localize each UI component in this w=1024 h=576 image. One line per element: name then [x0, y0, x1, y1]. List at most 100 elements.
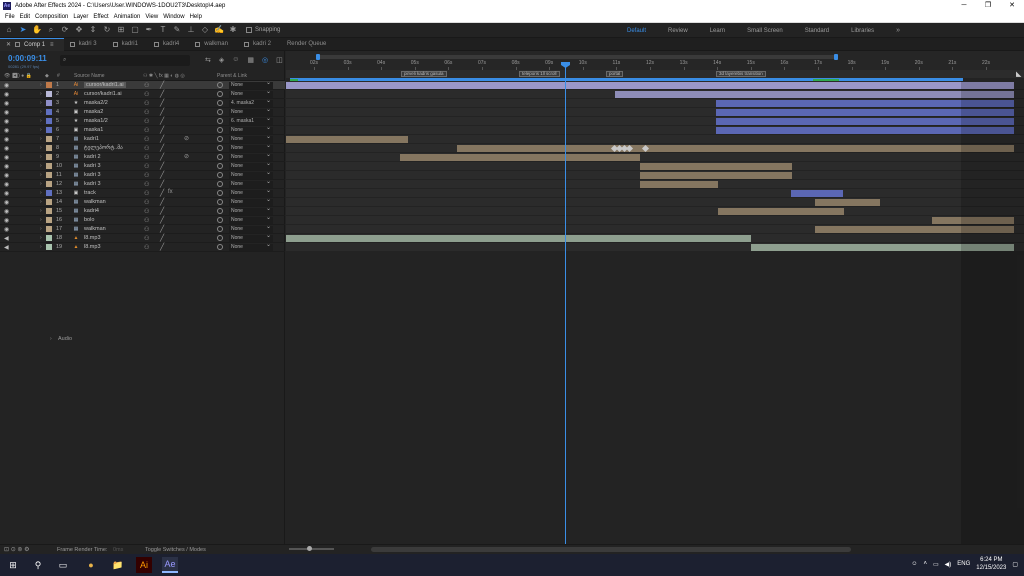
track-row[interactable] [286, 144, 1024, 153]
track-row[interactable] [286, 81, 1024, 90]
comp-marker[interactable]: pirveli kadris gasula [401, 71, 447, 77]
parent-dropdown[interactable]: None [229, 179, 273, 188]
effects-switch-icon[interactable]: fx [168, 189, 173, 195]
parent-pickwhip-icon[interactable] [217, 154, 223, 160]
expand-triangle-icon[interactable]: › [40, 118, 42, 124]
layer-name[interactable]: kadri 3 [84, 181, 101, 187]
visibility-eye-icon[interactable]: ◉ [4, 163, 10, 170]
label-color-swatch[interactable] [46, 100, 52, 106]
source-name-header[interactable]: Source Name [74, 73, 105, 79]
expand-triangle-icon[interactable]: › [40, 100, 42, 106]
shy-switch-icon[interactable]: ⚇ [144, 235, 149, 242]
timeline-horizontal-scrollbar[interactable] [371, 547, 851, 552]
parent-dropdown[interactable]: None [229, 206, 273, 215]
parent-dropdown[interactable]: None [229, 224, 273, 233]
comp-marker[interactable]: teleporis 1ll scroll [519, 71, 560, 77]
visibility-eye-icon[interactable]: ◉ [4, 181, 10, 188]
expand-triangle-icon[interactable]: › [40, 217, 42, 223]
layer-duration-bar[interactable] [457, 145, 1014, 152]
track-row[interactable] [286, 207, 1024, 216]
quality-switch-icon[interactable]: ╱ [160, 126, 164, 134]
parent-pickwhip-icon[interactable] [217, 217, 223, 223]
layer-row[interactable]: ◉ › 2 Ai cursor/kadri1.ai ⚇ ╱ None [0, 89, 285, 99]
track-row[interactable] [286, 135, 1024, 144]
parent-dropdown[interactable]: 6. maska1 [229, 116, 273, 125]
rectangle-tool-icon[interactable]: ▢ [130, 25, 140, 35]
layer-name[interactable]: l8.mp3 [84, 244, 101, 250]
layer-name[interactable]: bolo [84, 217, 94, 223]
track-row[interactable] [286, 99, 1024, 108]
audio-toggle-icon[interactable]: ◀ [4, 235, 10, 242]
quality-switch-icon[interactable]: ╱ [160, 144, 164, 152]
shy-switch-icon[interactable]: ⚇ [144, 226, 149, 233]
label-color-swatch[interactable] [46, 82, 52, 88]
quality-switch-icon[interactable]: ╱ [160, 171, 164, 179]
label-color-swatch[interactable] [46, 163, 52, 169]
expand-triangle-icon[interactable]: › [40, 82, 42, 88]
parent-pickwhip-icon[interactable] [217, 100, 223, 106]
selection-tool-icon[interactable]: ➤ [18, 25, 28, 35]
parent-dropdown[interactable]: None [229, 89, 273, 98]
quality-switch-icon[interactable]: ╱ [160, 135, 164, 143]
layer-row[interactable]: ◉ › 4 ▣ maska2 ⚇ ╱ None [0, 107, 285, 117]
person-icon[interactable]: ☺ [911, 561, 917, 567]
label-color-swatch[interactable] [46, 145, 52, 151]
label-color-swatch[interactable] [46, 235, 52, 241]
shy-switch-icon[interactable]: ⚇ [144, 109, 149, 116]
layer-name[interactable]: maska1/2 [84, 118, 108, 124]
label-color-swatch[interactable] [46, 118, 52, 124]
expand-triangle-icon[interactable]: › [40, 109, 42, 115]
layer-duration-bar[interactable] [640, 163, 792, 170]
layer-row[interactable]: ◉ › 9 ▦ kadri 2 ⚇ ╱ ⊘ None [0, 152, 285, 162]
brush-tool-icon[interactable]: ✎ [172, 25, 182, 35]
search-icon[interactable]: ⚲ [30, 557, 46, 573]
draft-3d-icon[interactable]: ◈ [219, 56, 224, 64]
parent-pickwhip-icon[interactable] [217, 118, 223, 124]
parent-pickwhip-icon[interactable] [217, 208, 223, 214]
quality-switch-icon[interactable]: ╱ [160, 243, 164, 251]
layer-duration-bar[interactable] [791, 190, 843, 197]
layer-row[interactable]: ◉ › 5 ★ maska1/2 ⚇ ╱ 6. maska1 [0, 116, 285, 126]
layer-row[interactable]: ◀ › 18 ▲ l8.mp3 ⚇ ╱ None [0, 233, 285, 243]
expand-triangle-icon[interactable]: › [40, 154, 42, 160]
menu-layer[interactable]: Layer [73, 14, 88, 20]
roto-brush-tool-icon[interactable]: ✍ [214, 25, 224, 35]
visibility-eye-icon[interactable]: ◉ [4, 109, 10, 116]
track-row[interactable] [286, 90, 1024, 99]
label-color-swatch[interactable] [46, 154, 52, 160]
parent-pickwhip-icon[interactable] [217, 244, 223, 250]
menu-file[interactable]: File [5, 14, 15, 20]
layer-name[interactable]: kadri 3 [84, 163, 101, 169]
chevron-up-icon[interactable]: ˄ [923, 561, 927, 567]
visibility-eye-icon[interactable]: ◉ [4, 91, 10, 98]
tab-render-queue[interactable]: Render Queue [281, 38, 336, 51]
pan-behind-tool-icon[interactable]: ⊞ [116, 25, 126, 35]
audio-group-row[interactable]: › Audio [0, 335, 285, 344]
toggle-switches-modes-button[interactable]: Toggle Switches / Modes [145, 547, 206, 553]
layer-name[interactable]: kadri1 [84, 136, 99, 142]
shy-switch-icon[interactable]: ⚇ [144, 145, 149, 152]
shy-switch-icon[interactable]: ⚇ [144, 163, 149, 170]
track-row[interactable] [286, 234, 1024, 243]
label-color-swatch[interactable] [46, 109, 52, 115]
layer-name[interactable]: l8.mp3 [84, 235, 101, 241]
start-icon[interactable]: ⊞ [5, 557, 21, 573]
visibility-eye-icon[interactable]: ◉ [4, 217, 10, 224]
type-tool-icon[interactable]: T [158, 25, 168, 35]
pan-tool-icon[interactable]: ✥ [74, 25, 84, 35]
parent-dropdown[interactable]: None [229, 170, 273, 179]
quality-switch-icon[interactable]: ╱ [160, 81, 164, 89]
quality-switch-icon[interactable]: ╱ [160, 216, 164, 224]
layer-name[interactable]: walkman [84, 199, 106, 205]
layer-row[interactable]: ◉ › 8 ▦ ტელეპორტ..მა ⚇ ╱ None [0, 143, 285, 153]
network-icon[interactable]: ▭ [933, 561, 939, 568]
shy-switch-icon[interactable]: ⚇ [144, 244, 149, 251]
parent-pickwhip-icon[interactable] [217, 163, 223, 169]
track-row[interactable] [286, 126, 1024, 135]
track-row[interactable] [286, 162, 1024, 171]
workspace-libraries[interactable]: Libraries [851, 28, 874, 34]
notifications-icon[interactable]: ▢ [1012, 561, 1018, 568]
layer-name[interactable]: maska2/2 [84, 100, 108, 106]
track-row[interactable] [286, 117, 1024, 126]
label-color-swatch[interactable] [46, 190, 52, 196]
